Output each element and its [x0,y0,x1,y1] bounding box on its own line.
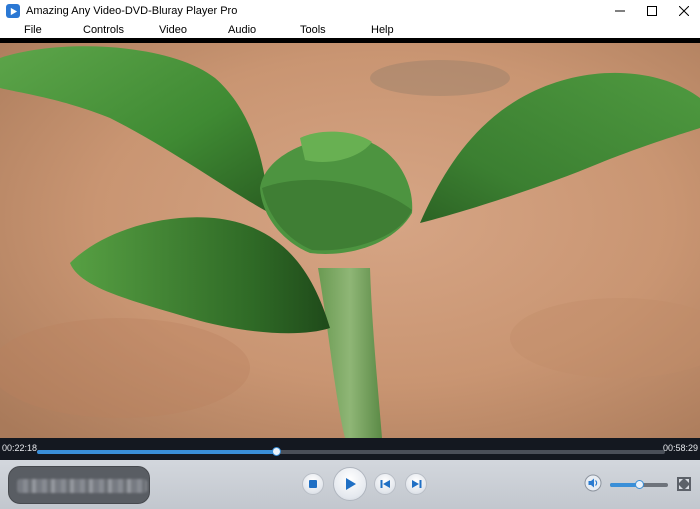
maximize-icon [647,6,657,16]
window-controls [604,0,700,22]
skip-previous-icon [380,480,390,488]
skip-next-icon [411,480,421,488]
menu-tools[interactable]: Tools [298,22,328,38]
title-bar: Amazing Any Video-DVD-Bluray Player Pro [0,0,700,22]
play-button[interactable] [333,467,367,501]
seek-bar-area: 00:22:18 00:58:29 [0,438,700,460]
volume-button[interactable] [584,474,602,492]
minimize-button[interactable] [604,0,636,22]
video-top-border [0,38,700,43]
obscured-track-info [17,479,147,493]
seek-progress-fill [37,450,276,454]
video-frame-image [0,38,700,438]
menu-help[interactable]: Help [369,22,396,38]
menu-video[interactable]: Video [157,22,189,38]
fullscreen-icon [677,477,691,491]
window-title: Amazing Any Video-DVD-Bluray Player Pro [26,5,238,17]
maximize-button[interactable] [636,0,668,22]
minimize-icon [615,10,625,12]
volume-icon [584,474,602,492]
stop-button[interactable] [302,473,324,495]
now-playing-panel [8,466,150,504]
menu-bar: File Controls Video Audio Tools Help [0,22,700,38]
menu-controls[interactable]: Controls [81,22,126,38]
close-icon [679,6,689,16]
seek-slider[interactable] [37,447,665,456]
volume-slider[interactable] [610,480,668,489]
seek-handle[interactable] [271,447,281,456]
close-button[interactable] [668,0,700,22]
volume-handle[interactable] [635,480,644,489]
play-icon [346,478,356,490]
previous-button[interactable] [374,473,396,495]
menu-file[interactable]: File [22,22,44,38]
fullscreen-button[interactable] [676,476,692,492]
stop-icon [309,480,317,488]
elapsed-time: 00:22:18 [2,443,38,453]
app-play-icon [6,4,20,18]
menu-audio[interactable]: Audio [226,22,258,38]
video-display[interactable] [0,38,700,438]
next-button[interactable] [405,473,427,495]
total-time: 00:58:29 [662,443,698,453]
